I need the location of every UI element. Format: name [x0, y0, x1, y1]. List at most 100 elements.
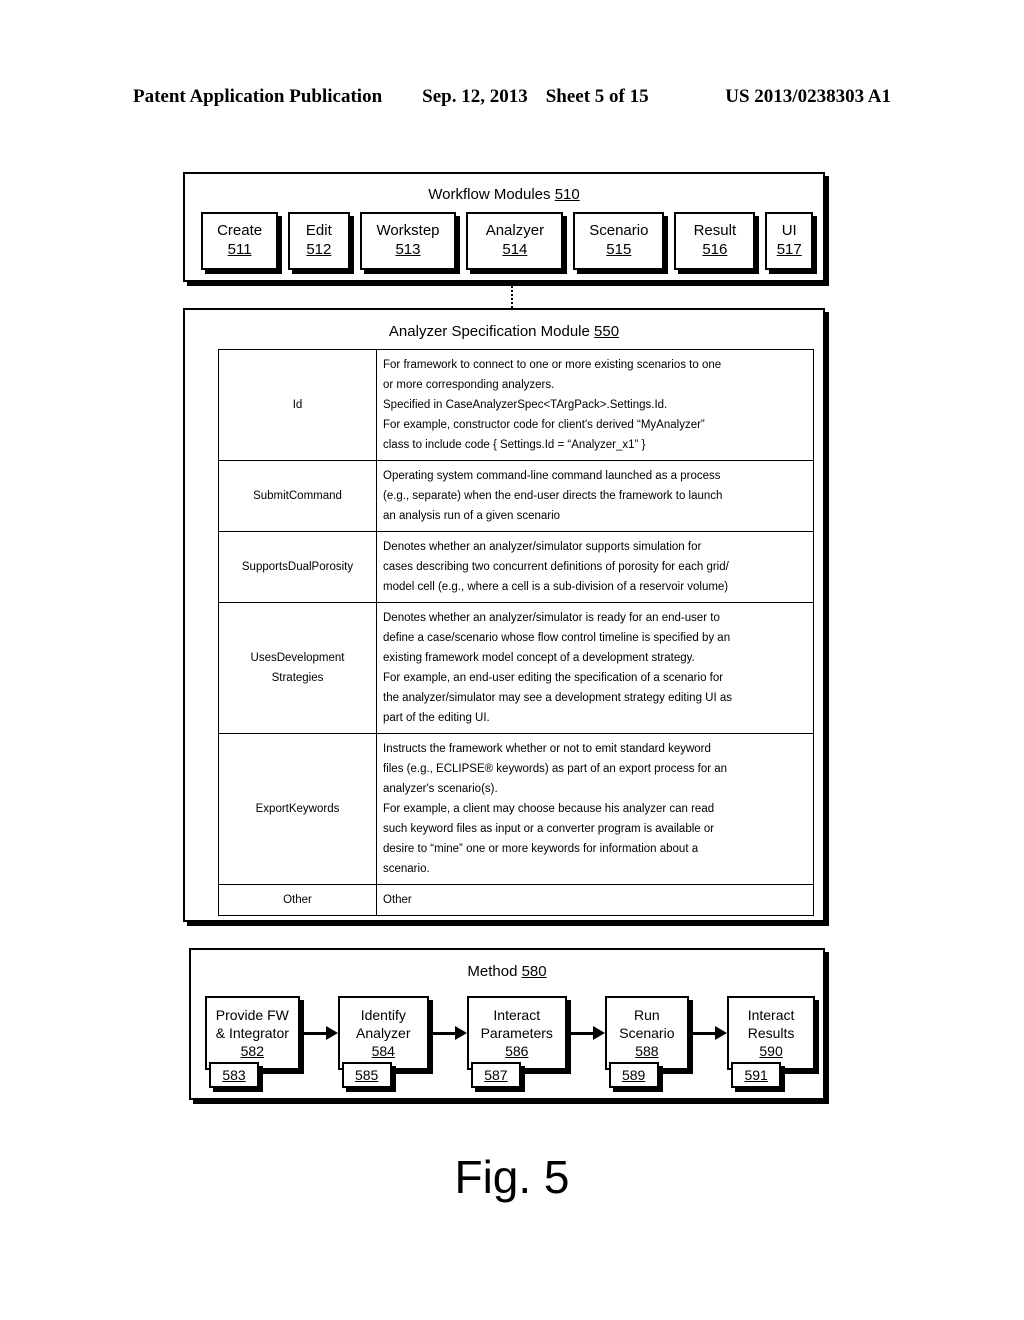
spec-key-id: Id — [218, 349, 377, 461]
spec-desc-line: Denotes whether an analyzer/simulator su… — [383, 541, 702, 553]
spec-desc-line: an analysis run of a given scenario — [383, 510, 561, 522]
spec-desc-line: define a case/scenario whose flow contro… — [383, 632, 731, 644]
spec-desc-line: files (e.g., ECLIPSE® keywords) as part … — [383, 763, 728, 775]
spec-desc-line: For example, an end-user editing the spe… — [383, 672, 724, 684]
spec-desc-line: Instructs the framework whether or not t… — [383, 743, 711, 755]
spec-key-supportsdualporosity: SupportsDualPorosity — [218, 531, 377, 603]
method-step-sub-583[interactable]: 583 — [209, 1062, 259, 1088]
workflow-module-create-label: Create — [217, 222, 263, 240]
spec-desc-exportkeywords: Instructs the framework whether or not t… — [376, 733, 814, 885]
table-row: Id For framework to connect to one or mo… — [218, 349, 814, 461]
method-step-interact-parameters[interactable]: Interact Parameters 586 587 — [466, 996, 567, 1088]
method-title-num: 580 — [521, 963, 547, 980]
table-row: SupportsDualPorosity Denotes whether an … — [218, 531, 814, 603]
workflow-module-scenario[interactable]: Scenario 515 — [573, 212, 665, 270]
method-step-line: Results — [747, 1024, 795, 1041]
method-step-num: 586 — [505, 1043, 529, 1060]
table-row: ExportKeywords Instructs the framework w… — [218, 733, 814, 885]
method-step-identify-analyzer[interactable]: Identify Analyzer 584 585 — [337, 996, 429, 1088]
sheet-number: Sheet 5 of 15 — [545, 86, 649, 107]
spec-key-usesdevelopmentstrategies: UsesDevelopment Strategies — [218, 602, 377, 734]
arrow-right-icon — [567, 996, 605, 1070]
spec-desc-line: cases describing two concurrent definiti… — [383, 561, 729, 573]
method-step-sub-587[interactable]: 587 — [470, 1062, 521, 1088]
method-step-num: 590 — [759, 1043, 783, 1060]
spec-desc-line: the analyzer/simulator may see a develop… — [383, 692, 733, 704]
method-step-line: Analyzer — [356, 1024, 411, 1041]
method-step-provide-fw-integrator[interactable]: Provide FW & Integrator 582 583 — [205, 996, 300, 1088]
method-step-sub-591[interactable]: 591 — [731, 1062, 782, 1088]
workflow-modules-row: Create 511 Edit 512 Workstep 513 Analzye… — [201, 212, 813, 270]
analyzer-specification-module-box: Analyzer Specification Module 550 Id For… — [183, 308, 825, 922]
workflow-module-edit-label: Edit — [305, 222, 332, 240]
method-step-interact-results[interactable]: Interact Results 590 591 — [727, 996, 815, 1088]
spec-desc-line: For example, a client may choose because… — [383, 803, 715, 815]
publication-date: Sep. 12, 2013 — [422, 86, 528, 107]
method-step-run-scenario[interactable]: Run Scenario 588 589 — [604, 996, 690, 1088]
workflow-module-analzyer-label: Analzyer — [485, 222, 545, 240]
method-title-text: Method — [467, 963, 518, 980]
arrow-right-icon — [300, 996, 338, 1070]
method-step-sub-585[interactable]: 585 — [341, 1062, 392, 1088]
analyzer-specification-module-title: Analyzer Specification Module 550 — [185, 323, 823, 340]
spec-desc-line: Other — [383, 894, 412, 906]
method-step-line: Scenario — [619, 1024, 675, 1041]
workflow-module-create-num: 511 — [227, 241, 252, 258]
method-step-sub-589[interactable]: 589 — [608, 1062, 659, 1088]
spec-desc-line: (e.g., separate) when the end-user direc… — [383, 490, 723, 502]
method-step-num: 584 — [371, 1043, 395, 1060]
method-step-run-scenario-box: Run Scenario 588 — [604, 996, 690, 1070]
spec-desc-line: scenario. — [383, 863, 430, 875]
workflow-module-workstep-label: Workstep — [376, 222, 440, 240]
workflow-module-scenario-num: 515 — [606, 241, 632, 258]
analyzer-specification-module-title-num: 550 — [594, 323, 620, 340]
arrow-right-icon — [689, 996, 728, 1070]
method-step-identify-analyzer-box: Identify Analyzer 584 — [337, 996, 429, 1070]
workflow-module-scenario-label: Scenario — [589, 222, 649, 240]
workflow-module-workstep[interactable]: Workstep 513 — [359, 212, 457, 270]
spec-desc-line: For framework to connect to one or more … — [383, 359, 722, 371]
method-step-num: 582 — [240, 1043, 264, 1060]
workflow-module-analzyer-num: 514 — [502, 241, 528, 258]
spec-key-line: Strategies — [271, 672, 324, 684]
analyzer-specification-module-title-text: Analyzer Specification Module — [388, 323, 590, 340]
method-step-line: Run — [634, 1006, 660, 1023]
spec-desc-other: Other — [376, 884, 814, 916]
workflow-module-edit[interactable]: Edit 512 — [288, 212, 350, 270]
table-row: SubmitCommand Operating system command-l… — [218, 460, 814, 532]
workflow-module-create[interactable]: Create 511 — [201, 212, 279, 270]
spec-desc-supportsdualporosity: Denotes whether an analyzer/simulator su… — [376, 531, 814, 603]
spec-key-line: UsesDevelopment — [250, 652, 345, 664]
spec-desc-line: Denotes whether an analyzer/simulator is… — [383, 612, 720, 624]
spec-desc-line: analyzer's scenario(s). — [383, 783, 498, 795]
spec-desc-line: For example, constructor code for client… — [383, 419, 705, 431]
spec-key-submitcommand: SubmitCommand — [218, 460, 377, 532]
arrow-shaft — [568, 1032, 595, 1035]
workflow-module-ui[interactable]: UI 517 — [765, 212, 813, 270]
figure-caption: Fig. 5 — [454, 1151, 570, 1203]
spec-key-other: Other — [218, 884, 377, 916]
workflow-module-workstep-num: 513 — [395, 241, 421, 258]
workflow-module-edit-num: 512 — [306, 241, 332, 258]
method-step-provide-fw-integrator-box: Provide FW & Integrator 582 — [205, 996, 300, 1070]
workflow-modules-title: Workflow Modules 510 — [185, 186, 823, 203]
arrow-shaft — [301, 1032, 328, 1035]
table-row: Other Other — [218, 884, 814, 916]
arrow-right-icon — [429, 996, 467, 1070]
workflow-module-result[interactable]: Result 516 — [674, 212, 756, 270]
spec-desc-usesdevelopmentstrategies: Denotes whether an analyzer/simulator is… — [376, 602, 814, 734]
spec-desc-line: such keyword files as input or a convert… — [383, 823, 715, 835]
workflow-module-result-label: Result — [693, 222, 737, 240]
method-steps-row: Provide FW & Integrator 582 583 Identify… — [205, 996, 815, 1088]
spec-desc-line: model cell (e.g., where a cell is a sub-… — [383, 581, 729, 593]
method-step-interact-parameters-box: Interact Parameters 586 — [466, 996, 567, 1070]
method-step-line: Parameters — [480, 1024, 553, 1041]
workflow-module-analzyer[interactable]: Analzyer 514 — [466, 212, 564, 270]
method-step-line: Provide FW — [215, 1006, 289, 1023]
spec-desc-submitcommand: Operating system command-line command la… — [376, 460, 814, 532]
patent-header: Patent Application Publication Sep. 12, … — [133, 86, 891, 108]
method-step-line: & Integrator — [215, 1024, 289, 1041]
workflow-modules-box: Workflow Modules 510 Create 511 Edit 512… — [183, 172, 825, 282]
arrow-shaft — [430, 1032, 457, 1035]
method-step-line: Interact — [747, 1006, 795, 1023]
